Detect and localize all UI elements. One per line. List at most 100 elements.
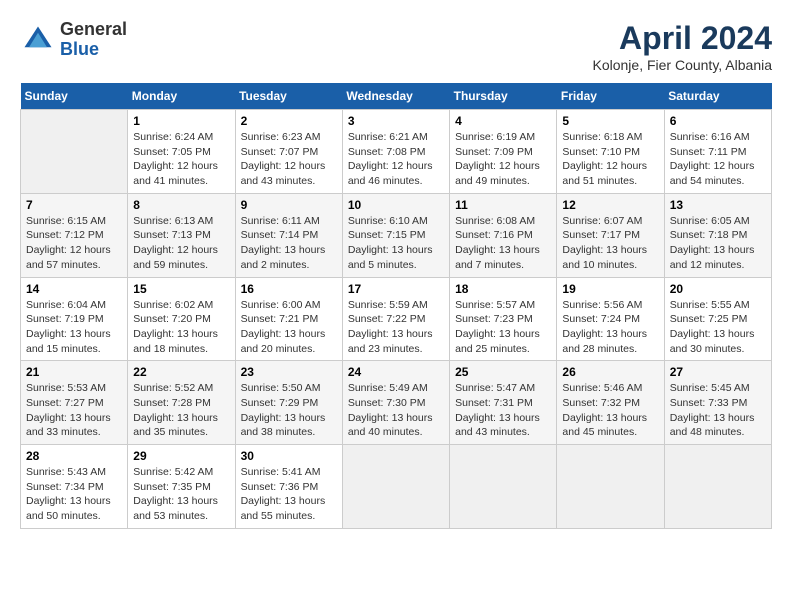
day-number: 8 <box>133 198 229 212</box>
cell-content: Sunrise: 6:19 AMSunset: 7:09 PMDaylight:… <box>455 130 551 189</box>
cell-content: Sunrise: 5:56 AMSunset: 7:24 PMDaylight:… <box>562 298 658 357</box>
page-header: General Blue April 2024 Kolonje, Fier Co… <box>20 20 772 73</box>
calendar-cell: 5 Sunrise: 6:18 AMSunset: 7:10 PMDaylight… <box>557 110 664 194</box>
day-number: 23 <box>241 365 337 379</box>
calendar-cell: 11 Sunrise: 6:08 AMSunset: 7:16 PMDayligh… <box>450 193 557 277</box>
calendar-cell <box>21 110 128 194</box>
cell-content: Sunrise: 6:00 AMSunset: 7:21 PMDaylight:… <box>241 298 337 357</box>
cell-content: Sunrise: 5:59 AMSunset: 7:22 PMDaylight:… <box>348 298 444 357</box>
cell-content: Sunrise: 5:41 AMSunset: 7:36 PMDaylight:… <box>241 465 337 524</box>
day-number: 22 <box>133 365 229 379</box>
weekday-header: Thursday <box>450 83 557 110</box>
weekday-header: Saturday <box>664 83 771 110</box>
day-number: 11 <box>455 198 551 212</box>
day-number: 16 <box>241 282 337 296</box>
calendar-cell <box>664 445 771 529</box>
calendar-cell <box>557 445 664 529</box>
calendar-cell: 8 Sunrise: 6:13 AMSunset: 7:13 PMDaylight… <box>128 193 235 277</box>
calendar-table: SundayMondayTuesdayWednesdayThursdayFrid… <box>20 83 772 529</box>
day-number: 9 <box>241 198 337 212</box>
cell-content: Sunrise: 6:21 AMSunset: 7:08 PMDaylight:… <box>348 130 444 189</box>
calendar-cell: 13 Sunrise: 6:05 AMSunset: 7:18 PMDayligh… <box>664 193 771 277</box>
calendar-cell: 22 Sunrise: 5:52 AMSunset: 7:28 PMDayligh… <box>128 361 235 445</box>
calendar-cell: 24 Sunrise: 5:49 AMSunset: 7:30 PMDayligh… <box>342 361 449 445</box>
calendar-cell: 23 Sunrise: 5:50 AMSunset: 7:29 PMDayligh… <box>235 361 342 445</box>
cell-content: Sunrise: 6:02 AMSunset: 7:20 PMDaylight:… <box>133 298 229 357</box>
cell-content: Sunrise: 6:15 AMSunset: 7:12 PMDaylight:… <box>26 214 122 273</box>
cell-content: Sunrise: 6:16 AMSunset: 7:11 PMDaylight:… <box>670 130 766 189</box>
calendar-week-row: 28 Sunrise: 5:43 AMSunset: 7:34 PMDayligh… <box>21 445 772 529</box>
calendar-cell: 1 Sunrise: 6:24 AMSunset: 7:05 PMDaylight… <box>128 110 235 194</box>
cell-content: Sunrise: 5:46 AMSunset: 7:32 PMDaylight:… <box>562 381 658 440</box>
calendar-cell: 20 Sunrise: 5:55 AMSunset: 7:25 PMDayligh… <box>664 277 771 361</box>
logo-icon <box>20 22 56 58</box>
day-number: 6 <box>670 114 766 128</box>
day-number: 30 <box>241 449 337 463</box>
title-block: April 2024 Kolonje, Fier County, Albania <box>592 20 772 73</box>
calendar-cell: 28 Sunrise: 5:43 AMSunset: 7:34 PMDayligh… <box>21 445 128 529</box>
calendar-cell: 27 Sunrise: 5:45 AMSunset: 7:33 PMDayligh… <box>664 361 771 445</box>
day-number: 7 <box>26 198 122 212</box>
cell-content: Sunrise: 6:23 AMSunset: 7:07 PMDaylight:… <box>241 130 337 189</box>
calendar-cell: 2 Sunrise: 6:23 AMSunset: 7:07 PMDaylight… <box>235 110 342 194</box>
day-number: 21 <box>26 365 122 379</box>
weekday-header: Sunday <box>21 83 128 110</box>
calendar-cell: 18Sunrise: 5:57 AMSunset: 7:23 PMDayligh… <box>450 277 557 361</box>
day-number: 15 <box>133 282 229 296</box>
logo-general: General <box>60 20 127 40</box>
day-number: 13 <box>670 198 766 212</box>
cell-content: Sunrise: 6:13 AMSunset: 7:13 PMDaylight:… <box>133 214 229 273</box>
day-number: 4 <box>455 114 551 128</box>
day-number: 1 <box>133 114 229 128</box>
calendar-cell <box>450 445 557 529</box>
cell-content: Sunrise: 6:18 AMSunset: 7:10 PMDaylight:… <box>562 130 658 189</box>
day-number: 2 <box>241 114 337 128</box>
calendar-cell <box>342 445 449 529</box>
weekday-header: Wednesday <box>342 83 449 110</box>
month-title: April 2024 <box>592 20 772 57</box>
cell-content: Sunrise: 6:11 AMSunset: 7:14 PMDaylight:… <box>241 214 337 273</box>
cell-content: Sunrise: 5:45 AMSunset: 7:33 PMDaylight:… <box>670 381 766 440</box>
calendar-week-row: 1 Sunrise: 6:24 AMSunset: 7:05 PMDaylight… <box>21 110 772 194</box>
day-number: 29 <box>133 449 229 463</box>
calendar-week-row: 14 Sunrise: 6:04 AMSunset: 7:19 PMDayligh… <box>21 277 772 361</box>
day-number: 18 <box>455 282 551 296</box>
cell-content: Sunrise: 6:24 AMSunset: 7:05 PMDaylight:… <box>133 130 229 189</box>
cell-content: Sunrise: 5:43 AMSunset: 7:34 PMDaylight:… <box>26 465 122 524</box>
cell-content: Sunrise: 6:05 AMSunset: 7:18 PMDaylight:… <box>670 214 766 273</box>
day-number: 27 <box>670 365 766 379</box>
calendar-cell: 29Sunrise: 5:42 AMSunset: 7:35 PMDayligh… <box>128 445 235 529</box>
calendar-cell: 30 Sunrise: 5:41 AMSunset: 7:36 PMDayligh… <box>235 445 342 529</box>
cell-content: Sunrise: 5:52 AMSunset: 7:28 PMDaylight:… <box>133 381 229 440</box>
calendar-cell: 4 Sunrise: 6:19 AMSunset: 7:09 PMDaylight… <box>450 110 557 194</box>
day-number: 17 <box>348 282 444 296</box>
weekday-header: Monday <box>128 83 235 110</box>
cell-content: Sunrise: 5:49 AMSunset: 7:30 PMDaylight:… <box>348 381 444 440</box>
calendar-cell: 12Sunrise: 6:07 AMSunset: 7:17 PMDayligh… <box>557 193 664 277</box>
calendar-week-row: 21Sunrise: 5:53 AMSunset: 7:27 PMDayligh… <box>21 361 772 445</box>
weekday-header: Friday <box>557 83 664 110</box>
calendar-cell: 3Sunrise: 6:21 AMSunset: 7:08 PMDaylight… <box>342 110 449 194</box>
day-number: 28 <box>26 449 122 463</box>
cell-content: Sunrise: 6:10 AMSunset: 7:15 PMDaylight:… <box>348 214 444 273</box>
day-number: 24 <box>348 365 444 379</box>
day-number: 26 <box>562 365 658 379</box>
calendar-cell: 16 Sunrise: 6:00 AMSunset: 7:21 PMDayligh… <box>235 277 342 361</box>
calendar-cell: 10Sunrise: 6:10 AMSunset: 7:15 PMDayligh… <box>342 193 449 277</box>
day-number: 5 <box>562 114 658 128</box>
calendar-cell: 25Sunrise: 5:47 AMSunset: 7:31 PMDayligh… <box>450 361 557 445</box>
cell-content: Sunrise: 6:04 AMSunset: 7:19 PMDaylight:… <box>26 298 122 357</box>
calendar-cell: 7 Sunrise: 6:15 AMSunset: 7:12 PMDaylight… <box>21 193 128 277</box>
calendar-cell: 21Sunrise: 5:53 AMSunset: 7:27 PMDayligh… <box>21 361 128 445</box>
day-number: 14 <box>26 282 122 296</box>
calendar-cell: 6 Sunrise: 6:16 AMSunset: 7:11 PMDaylight… <box>664 110 771 194</box>
calendar-cell: 26 Sunrise: 5:46 AMSunset: 7:32 PMDayligh… <box>557 361 664 445</box>
cell-content: Sunrise: 5:50 AMSunset: 7:29 PMDaylight:… <box>241 381 337 440</box>
cell-content: Sunrise: 5:55 AMSunset: 7:25 PMDaylight:… <box>670 298 766 357</box>
weekday-header-row: SundayMondayTuesdayWednesdayThursdayFrid… <box>21 83 772 110</box>
cell-content: Sunrise: 6:08 AMSunset: 7:16 PMDaylight:… <box>455 214 551 273</box>
logo-blue: Blue <box>60 40 127 60</box>
day-number: 20 <box>670 282 766 296</box>
location: Kolonje, Fier County, Albania <box>592 57 772 73</box>
weekday-header: Tuesday <box>235 83 342 110</box>
